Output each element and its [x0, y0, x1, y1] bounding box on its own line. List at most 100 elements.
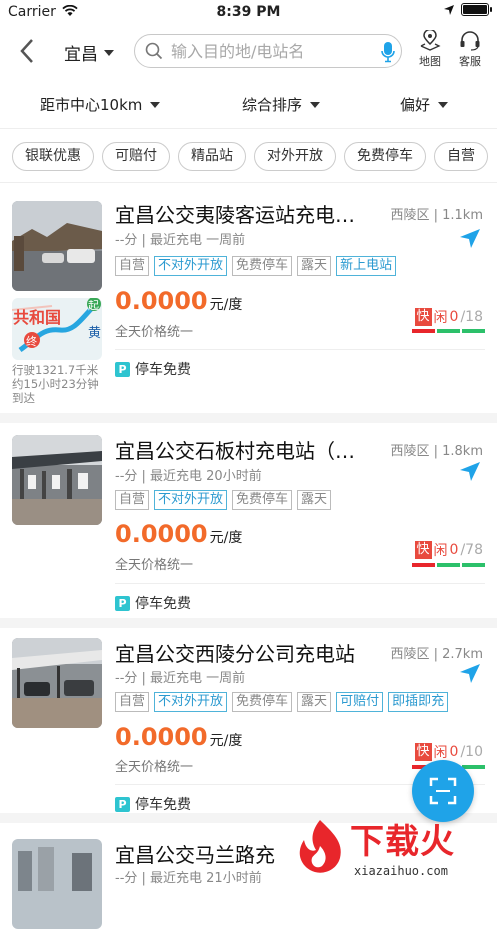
- chevron-down-icon: [104, 49, 114, 56]
- station-card[interactable]: 共和国 终 起 黄 行驶1321.7千米约15小时23分钟到达 宜昌公交夷陵客运…: [0, 183, 497, 423]
- location-services-icon: [444, 4, 454, 15]
- parking-label: 停车免费: [135, 797, 191, 813]
- service-label: 客服: [459, 55, 481, 68]
- station-photo: [12, 435, 102, 525]
- station-name: 宜昌公交马兰路充: [115, 843, 275, 867]
- sort-filter[interactable]: 综合排序: [242, 94, 321, 115]
- attr-tag: 免费停车: [232, 692, 293, 712]
- price-value: 0.0000: [115, 287, 208, 315]
- station-distance: 西陵区 | 2.7km: [390, 647, 483, 662]
- station-name: 宜昌公交西陵分公司充电站: [115, 642, 355, 666]
- price-unit: 元/度: [209, 530, 243, 546]
- attr-tag: 不对外开放: [154, 490, 228, 510]
- watermark-url: xiazaihuo.com: [354, 864, 448, 878]
- distance-filter-label: 距市中心10km: [40, 96, 143, 114]
- station-photo: [12, 201, 102, 291]
- map-side-label: 黄: [88, 326, 102, 341]
- tag-chip-self-operated[interactable]: 自营: [434, 142, 488, 171]
- free-label: 闲: [433, 745, 448, 761]
- attr-tag: 露天: [297, 692, 332, 712]
- station-distance: 西陵区 | 1.1km: [390, 208, 483, 223]
- watermark-brand: 下载火: [350, 822, 455, 862]
- divider: [115, 349, 485, 350]
- attr-tag: 露天: [297, 490, 332, 510]
- tag-chip-compensable[interactable]: 可赔付: [102, 142, 170, 171]
- distance-filter[interactable]: 距市中心10km: [40, 94, 161, 115]
- headset-icon: [460, 31, 480, 51]
- price-note: 全天价格统一: [115, 558, 194, 573]
- availability: 快 闲 0/18: [414, 307, 483, 327]
- preference-filter-label: 偏好: [400, 96, 431, 114]
- price: 0.0000 元/度: [115, 520, 242, 548]
- availability: 快 闲 0/10: [414, 742, 483, 762]
- free-label: 闲: [433, 543, 448, 559]
- watermark: 下载火 xiazaihuo.com: [288, 812, 497, 883]
- tag-chip-free-parking[interactable]: 免费停车: [344, 142, 426, 171]
- chevron-down-icon: [150, 101, 161, 108]
- attr-tag: 不对外开放: [154, 256, 228, 276]
- back-icon[interactable]: [14, 36, 42, 66]
- tag-chip-open[interactable]: 对外开放: [254, 142, 336, 171]
- station-meta: --分 | 最近充电 一周前: [115, 671, 246, 686]
- parking-icon: P: [115, 361, 130, 377]
- price-note: 全天价格统一: [115, 760, 194, 775]
- chevron-down-icon: [310, 101, 321, 108]
- price-note: 全天价格统一: [115, 325, 194, 340]
- parking-info: P 停车免费: [115, 794, 191, 814]
- station-name: 宜昌公交夷陵客运站充电…: [115, 203, 355, 227]
- microphone-icon[interactable]: [381, 41, 395, 63]
- navigate-icon[interactable]: [459, 228, 481, 250]
- customer-service-button[interactable]: 客服: [452, 30, 488, 69]
- map-end-label: 终: [26, 335, 37, 348]
- fast-charge-badge: 快: [414, 308, 432, 326]
- price: 0.0000 元/度: [115, 723, 242, 751]
- search-input[interactable]: [171, 41, 371, 61]
- search-icon: [145, 42, 163, 60]
- fast-charge-badge: 快: [414, 541, 432, 559]
- station-attributes: 自营 不对外开放 免费停车 露天 新上电站: [115, 256, 397, 276]
- station-meta: --分 | 最近充电 21小时前: [115, 871, 262, 886]
- total-count: /78: [460, 542, 483, 558]
- availability-bars: [412, 329, 485, 333]
- free-count: 0: [449, 744, 459, 760]
- station-attributes: 自营 不对外开放 免费停车 露天: [115, 490, 332, 510]
- station-name: 宜昌公交石板村充电站（…: [115, 439, 355, 463]
- availability: 快 闲 0/78: [414, 540, 483, 560]
- navigate-icon[interactable]: [459, 461, 481, 483]
- parking-icon: P: [115, 595, 130, 611]
- station-meta: --分 | 最近充电 一周前: [115, 233, 246, 248]
- map-button[interactable]: 地图: [412, 30, 448, 69]
- scan-icon: [429, 777, 457, 805]
- navigate-icon[interactable]: [459, 663, 481, 685]
- total-count: /18: [460, 309, 483, 325]
- station-card[interactable]: 宜昌公交石板村充电站（… 西陵区 | 1.8km --分 | 最近充电 20小时…: [0, 423, 497, 628]
- attr-tag: 免费停车: [232, 256, 293, 276]
- map-place-label: 共和国: [13, 308, 62, 327]
- status-bar: Carrier 8:39 PM: [0, 0, 497, 26]
- tag-chip-premium[interactable]: 精品站: [178, 142, 246, 171]
- station-distance: 西陵区 | 1.8km: [390, 444, 483, 459]
- sort-filter-label: 综合排序: [242, 96, 303, 114]
- preference-filter[interactable]: 偏好: [400, 94, 449, 115]
- map-label: 地图: [419, 55, 441, 68]
- parking-info: P 停车免费: [115, 593, 191, 613]
- parking-label: 停车免费: [135, 596, 191, 612]
- station-meta: --分 | 最近充电 20小时前: [115, 469, 262, 484]
- divider: [0, 128, 497, 129]
- battery-icon: [461, 3, 492, 16]
- attr-tag: 自营: [115, 692, 150, 712]
- attr-tag: 新上电站: [336, 256, 397, 276]
- search-box[interactable]: [134, 34, 402, 68]
- station-photo: [12, 839, 102, 929]
- navbar: 宜昌 地图 客服: [0, 28, 497, 74]
- fast-charge-badge: 快: [414, 743, 432, 761]
- tag-chip-unionpay[interactable]: 银联优惠: [12, 142, 94, 171]
- price-unit: 元/度: [209, 733, 243, 749]
- free-count: 0: [449, 542, 459, 558]
- parking-info: P 停车免费: [115, 359, 191, 379]
- city-selector[interactable]: 宜昌: [64, 40, 114, 65]
- parking-icon: P: [115, 796, 130, 812]
- total-count: /10: [460, 744, 483, 760]
- attr-tag: 即插即充: [388, 692, 449, 712]
- price-value: 0.0000: [115, 520, 208, 548]
